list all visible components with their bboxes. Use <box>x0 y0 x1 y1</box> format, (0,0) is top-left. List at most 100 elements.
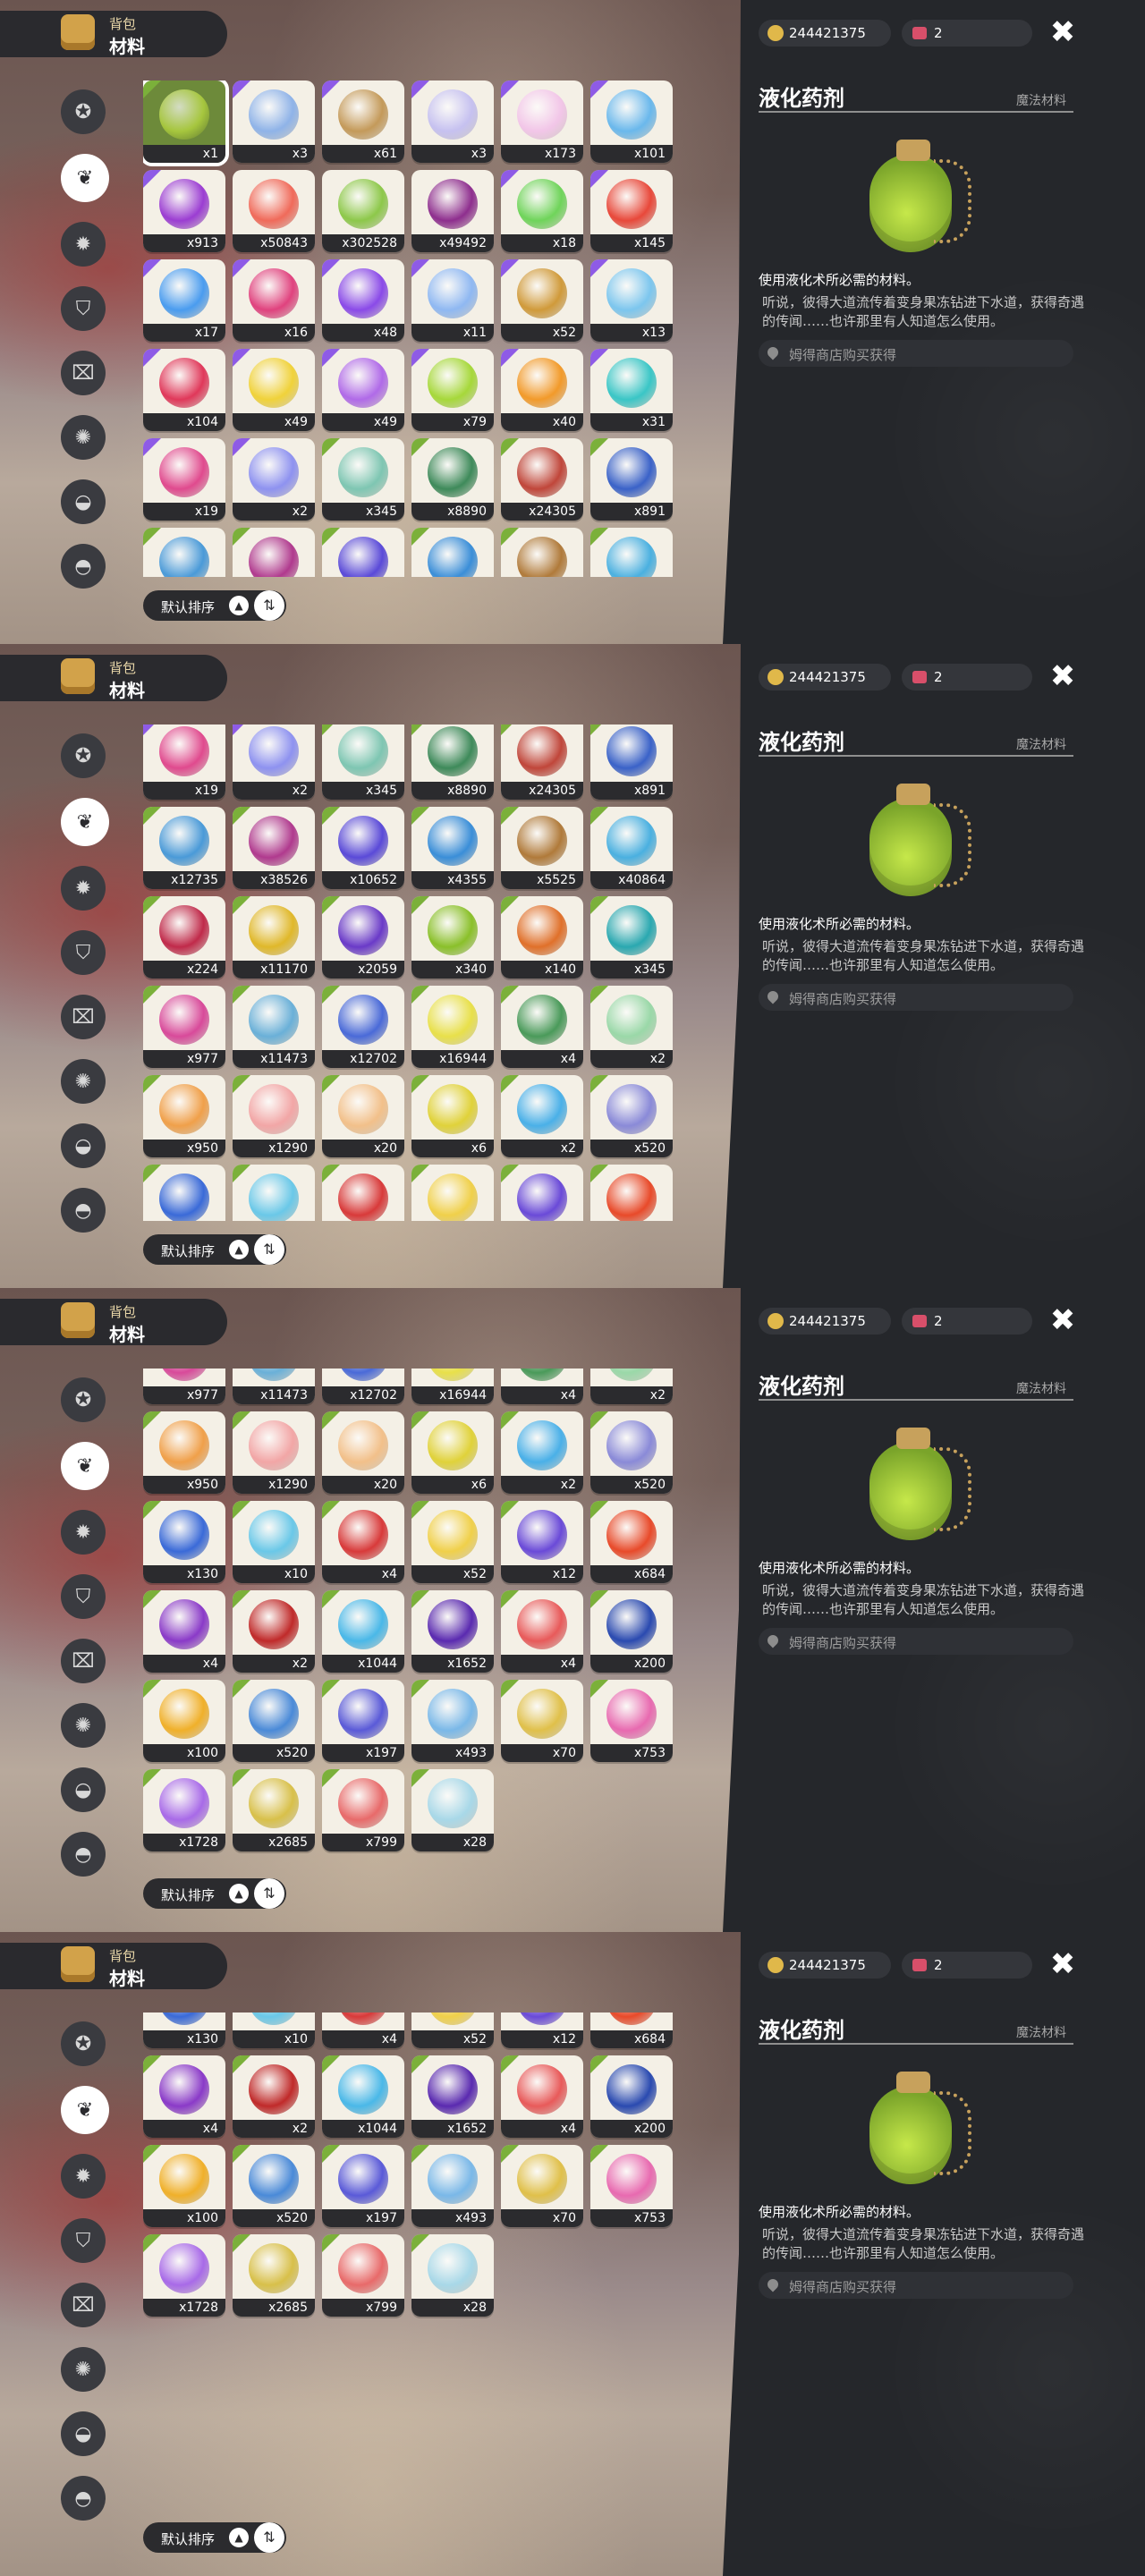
inventory-item[interactable]: x1044 <box>322 2055 404 2138</box>
inventory-item[interactable]: x977 <box>143 986 225 1068</box>
category-tab-8[interactable]: ◓ <box>61 544 106 589</box>
inventory-item[interactable]: x520 <box>233 2145 315 2227</box>
inventory-item[interactable]: x1652 <box>411 1590 494 1673</box>
inventory-item[interactable]: x4355 <box>411 528 494 577</box>
inventory-item[interactable]: x2 <box>590 986 673 1068</box>
inventory-item[interactable]: x173 <box>501 80 583 163</box>
inventory-item[interactable]: x4 <box>501 1590 583 1673</box>
category-tab-1[interactable]: ✪ <box>61 2021 106 2066</box>
category-tab-7[interactable]: ◒ <box>61 1767 106 1812</box>
category-tab-5[interactable]: ⌧ <box>61 1639 106 1683</box>
inventory-item[interactable]: x5525 <box>501 528 583 577</box>
category-tab-6[interactable]: ✺ <box>61 2347 106 2392</box>
inventory-item[interactable]: x12 <box>501 1165 583 1221</box>
inventory-item[interactable]: x2 <box>501 1411 583 1494</box>
inventory-item[interactable]: x100 <box>143 2145 225 2227</box>
inventory-item[interactable]: x753 <box>590 1680 673 1762</box>
category-tab-1[interactable]: ✪ <box>61 89 106 134</box>
inventory-item[interactable]: x10652 <box>322 807 404 889</box>
inventory-item[interactable]: x4 <box>501 986 583 1068</box>
inventory-item[interactable]: x79 <box>411 349 494 431</box>
inventory-item[interactable]: x140 <box>501 896 583 979</box>
category-tab-6[interactable]: ✺ <box>61 415 106 460</box>
category-tab-6[interactable]: ✺ <box>61 1059 106 1104</box>
inventory-item[interactable]: x100 <box>143 1680 225 1762</box>
category-tab-materials[interactable]: ❦ <box>61 154 109 202</box>
category-tab-8[interactable]: ◓ <box>61 1832 106 1877</box>
inventory-item[interactable]: x104 <box>143 349 225 431</box>
inventory-item[interactable]: x3 <box>233 80 315 163</box>
inventory-item[interactable]: x19 <box>143 724 225 800</box>
inventory-item[interactable]: x520 <box>590 1411 673 1494</box>
inventory-item[interactable]: x20 <box>322 1075 404 1157</box>
inventory-item[interactable]: x10 <box>233 1501 315 1583</box>
inventory-item[interactable]: x977 <box>143 1368 225 1404</box>
inventory-item[interactable]: x52 <box>411 2012 494 2048</box>
inventory-item[interactable]: x10 <box>233 1165 315 1221</box>
inventory-item[interactable]: x13 <box>590 259 673 342</box>
inventory-item[interactable]: x2 <box>233 438 315 521</box>
inventory-item-selected[interactable]: x1 <box>143 80 229 166</box>
inventory-item[interactable]: x8890 <box>411 724 494 800</box>
inventory-item[interactable]: x4 <box>322 1501 404 1583</box>
inventory-item[interactable]: x520 <box>233 1680 315 1762</box>
inventory-item[interactable]: x31 <box>590 349 673 431</box>
inventory-item[interactable]: x950 <box>143 1075 225 1157</box>
category-tab-3[interactable]: ✹ <box>61 222 106 267</box>
category-tab-7[interactable]: ◒ <box>61 479 106 524</box>
sort-toggle-button[interactable]: ⇅ <box>254 1878 284 1909</box>
inventory-item[interactable]: x8890 <box>411 438 494 521</box>
category-tab-4[interactable]: ⛉ <box>61 1574 106 1619</box>
category-tab-6[interactable]: ✺ <box>61 1703 106 1748</box>
inventory-item[interactable]: x10 <box>233 2012 315 2048</box>
inventory-item[interactable]: x16944 <box>411 986 494 1068</box>
inventory-item[interactable]: x345 <box>322 724 404 800</box>
inventory-item[interactable]: x40 <box>501 349 583 431</box>
inventory-item[interactable]: x24305 <box>501 438 583 521</box>
inventory-item[interactable]: x2 <box>233 2055 315 2138</box>
category-tab-8[interactable]: ◓ <box>61 1188 106 1233</box>
inventory-item[interactable]: x38526 <box>233 807 315 889</box>
category-tab-materials[interactable]: ❦ <box>61 798 109 846</box>
inventory-item[interactable]: x49 <box>322 349 404 431</box>
inventory-item[interactable]: x48 <box>322 259 404 342</box>
close-button[interactable]: ✖ <box>1047 1304 1079 1336</box>
sort-toggle-button[interactable]: ⇅ <box>254 590 284 621</box>
inventory-item[interactable]: x4 <box>501 2055 583 2138</box>
inventory-item[interactable]: x913 <box>143 170 225 252</box>
inventory-item[interactable]: x493 <box>411 1680 494 1762</box>
inventory-item[interactable]: x17 <box>143 259 225 342</box>
inventory-item[interactable]: x6 <box>411 1075 494 1157</box>
inventory-item[interactable]: x11 <box>411 259 494 342</box>
category-tab-7[interactable]: ◒ <box>61 1123 106 1168</box>
inventory-item[interactable]: x70 <box>501 1680 583 1762</box>
category-tab-4[interactable]: ⛉ <box>61 930 106 975</box>
inventory-item[interactable]: x2 <box>501 1075 583 1157</box>
category-tab-materials[interactable]: ❦ <box>61 1442 109 1490</box>
inventory-item[interactable]: x10652 <box>322 528 404 577</box>
inventory-item[interactable]: x16 <box>233 259 315 342</box>
inventory-item[interactable]: x4 <box>322 1165 404 1221</box>
category-tab-8[interactable]: ◓ <box>61 2476 106 2521</box>
inventory-item[interactable]: x130 <box>143 1501 225 1583</box>
inventory-item[interactable]: x11170 <box>233 896 315 979</box>
inventory-item[interactable]: x18 <box>501 170 583 252</box>
inventory-item[interactable]: x4 <box>143 1590 225 1673</box>
inventory-item[interactable]: x70 <box>501 2145 583 2227</box>
inventory-item[interactable]: x224 <box>143 896 225 979</box>
inventory-item[interactable]: x340 <box>411 896 494 979</box>
inventory-item[interactable]: x40864 <box>590 807 673 889</box>
inventory-item[interactable]: x19 <box>143 438 225 521</box>
inventory-item[interactable]: x1290 <box>233 1411 315 1494</box>
category-tab-4[interactable]: ⛉ <box>61 286 106 331</box>
inventory-item[interactable]: x684 <box>590 1165 673 1221</box>
category-tab-4[interactable]: ⛉ <box>61 2218 106 2263</box>
inventory-item[interactable]: x3 <box>411 80 494 163</box>
inventory-item[interactable]: x5525 <box>501 807 583 889</box>
inventory-item[interactable]: x200 <box>590 1590 673 1673</box>
inventory-item[interactable]: x12 <box>501 1501 583 1583</box>
inventory-item[interactable]: x891 <box>590 438 673 521</box>
inventory-item[interactable]: x52 <box>501 259 583 342</box>
category-tab-5[interactable]: ⌧ <box>61 995 106 1039</box>
category-tab-5[interactable]: ⌧ <box>61 351 106 395</box>
